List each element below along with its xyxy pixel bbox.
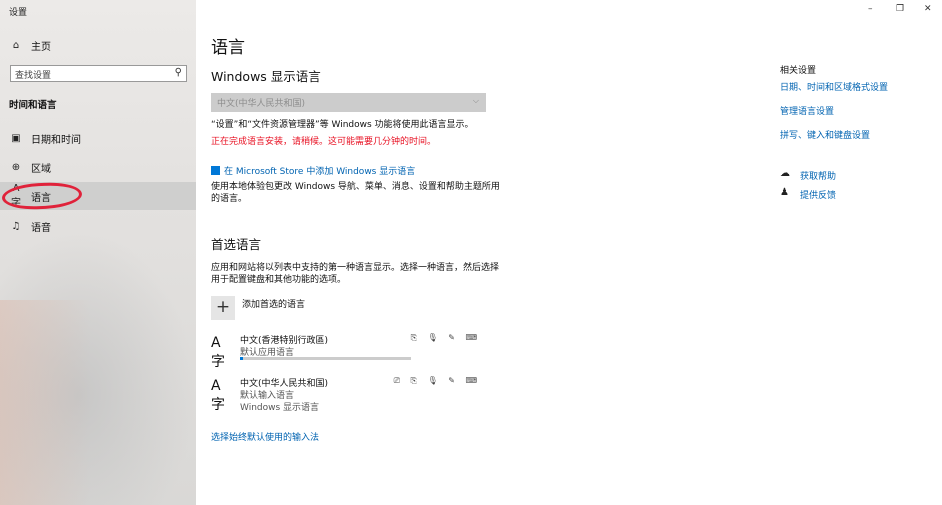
dropdown-value: 中文(中华人民共和国) xyxy=(217,99,306,109)
language-feature-icons: ⎚ ⎘ 🎙 ✎ ⌨ xyxy=(393,376,481,385)
store-icon xyxy=(211,166,220,175)
display-language-heading: Windows 显示语言 xyxy=(211,69,321,84)
home-icon: ⌂ xyxy=(12,39,20,51)
section-heading: 时间和语言 xyxy=(9,100,57,111)
sidebar-item-label: 日期和时间 xyxy=(31,134,81,146)
related-link-date-time-format[interactable]: 日期、时间和区域格式设置 xyxy=(780,80,888,93)
sidebar-item-speech[interactable]: ♫ 语音 xyxy=(0,212,196,240)
chevron-down-icon: ⌵ xyxy=(472,96,479,105)
store-description: 使用本地体验包更改 Windows 导航、菜单、消息、设置和帮助主题所用 xyxy=(211,182,500,192)
install-warning: 正在完成语言安装，请稍候。这可能需要几分钟的时间。 xyxy=(211,137,437,147)
maximize-button[interactable]: ❐ xyxy=(896,4,904,14)
related-link-manage-language[interactable]: 管理语言设置 xyxy=(780,104,834,117)
page-title: 语言 xyxy=(211,38,245,58)
install-progress-fill xyxy=(240,357,244,360)
sidebar-item-region[interactable]: ⊕ 区域 xyxy=(0,153,196,181)
add-language-button[interactable]: + xyxy=(211,296,235,320)
sidebar-item-label: 语音 xyxy=(31,222,51,234)
close-button[interactable]: ✕ xyxy=(924,4,932,14)
sidebar-item-home[interactable]: ⌂ 主页 xyxy=(0,31,196,59)
related-link-typing-keyboard[interactable]: 拼写、键入和键盘设置 xyxy=(780,128,870,141)
minimize-button[interactable]: – xyxy=(868,4,873,14)
feedback-icon: ♟ xyxy=(780,187,789,198)
sidebar-item-label: 主页 xyxy=(31,41,51,53)
language-feature-icons: ⎘ 🎙 ✎ ⌨ xyxy=(410,333,481,342)
give-feedback-link[interactable]: 提供反馈 xyxy=(800,188,836,201)
add-language-label[interactable]: 添加首选的语言 xyxy=(242,297,305,310)
background-blur xyxy=(0,300,90,505)
language-status-2: Windows 显示语言 xyxy=(240,403,320,413)
main-content: 语言 Windows 显示语言 中文(中华人民共和国) ⌵ “设置”和“文件资源… xyxy=(196,0,942,505)
sidebar: 设置 ⌂ 主页 查找设置 ⚲ 时间和语言 ▣ 日期和时间 ⊕ 区域 A字 语言 … xyxy=(0,0,196,505)
sidebar-item-date-time[interactable]: ▣ 日期和时间 xyxy=(0,124,196,152)
app-title: 设置 xyxy=(9,8,28,18)
install-progress-bar xyxy=(240,357,411,360)
language-glyph-icon: A字 xyxy=(211,378,225,413)
store-link-label: 在 Microsoft Store 中添加 Windows 显示语言 xyxy=(224,167,416,177)
preferred-languages-heading: 首选语言 xyxy=(211,237,262,252)
language-list-item[interactable]: A字 中文(中华人民共和国) 默认输入语言 Windows 显示语言 ⎚ ⎘ 🎙… xyxy=(211,376,486,413)
search-placeholder: 查找设置 xyxy=(15,71,52,81)
language-list-item[interactable]: A字 中文(香港特别行政區) 默认应用语言 ⎘ 🎙 ✎ ⌨ xyxy=(211,333,486,370)
sidebar-item-label: 区域 xyxy=(31,163,51,175)
related-settings-heading: 相关设置 xyxy=(780,66,817,76)
microphone-icon: ♫ xyxy=(11,220,21,232)
display-language-note: “设置”和“文件资源管理器”等 Windows 功能将使用此语言显示。 xyxy=(211,120,474,130)
default-input-method-link[interactable]: 选择始终默认使用的输入法 xyxy=(211,430,319,443)
store-description-2: 的语言。 xyxy=(211,194,248,204)
preferred-description: 应用和网站将以列表中支持的第一种语言显示。选择一种语言，然后选择 xyxy=(211,263,500,273)
display-language-dropdown[interactable]: 中文(中华人民共和国) ⌵ xyxy=(211,93,486,112)
language-glyph-icon: A字 xyxy=(211,335,225,370)
get-help-link[interactable]: 获取帮助 xyxy=(800,169,836,182)
search-icon[interactable]: ⚲ xyxy=(175,67,182,78)
help-icon: ☁ xyxy=(780,168,790,179)
calendar-icon: ▣ xyxy=(11,132,21,144)
preferred-description-2: 用于配置键盘和其他功能的选项。 xyxy=(211,275,347,285)
store-link[interactable]: 在 Microsoft Store 中添加 Windows 显示语言 xyxy=(211,164,415,177)
search-input[interactable]: 查找设置 ⚲ xyxy=(10,65,187,82)
globe-icon: ⊕ xyxy=(11,161,21,173)
